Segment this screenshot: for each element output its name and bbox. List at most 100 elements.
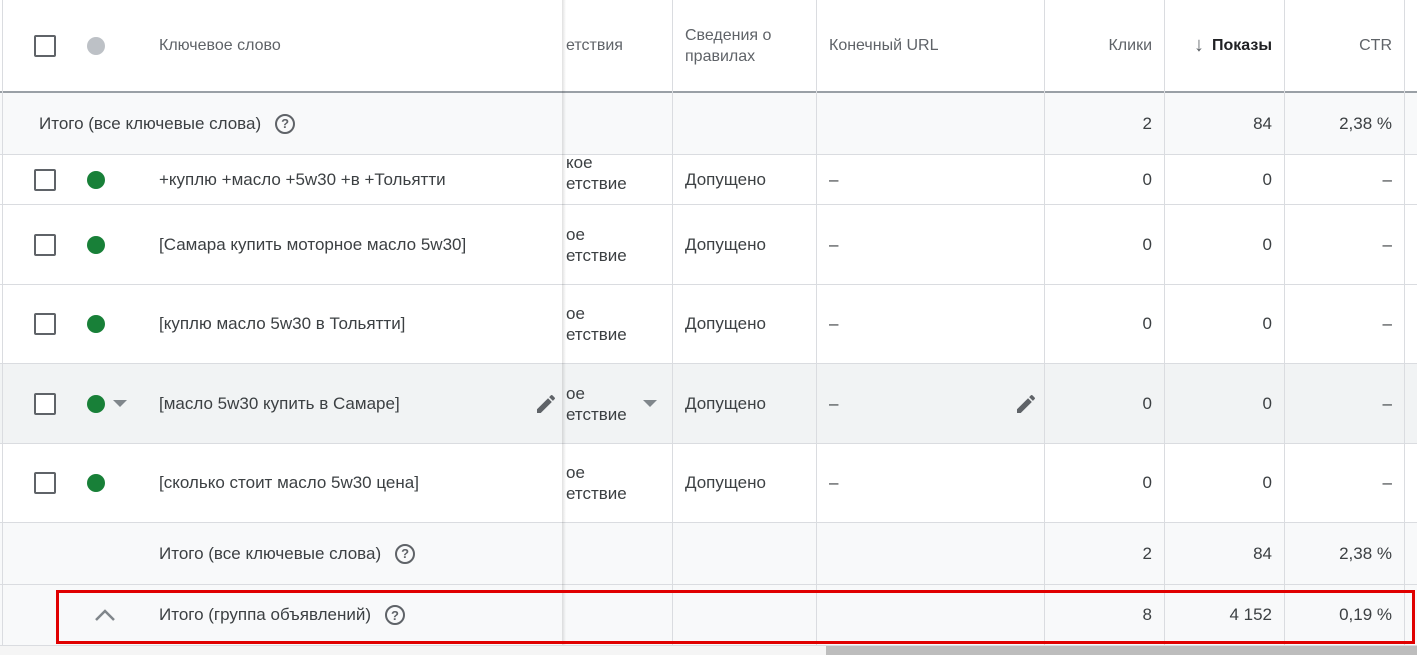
header-impressions[interactable]: ↓ Показы [1166,0,1272,91]
ctr-value: – [1382,234,1392,254]
column-divider [2,0,3,645]
column-divider [816,0,817,645]
match-type-line2: етствие [566,173,627,193]
match-type-line1: ое [566,463,585,482]
column-divider [1284,0,1285,645]
status-enabled-icon [87,205,105,284]
total-keywords-ctr: 2,38 % [1339,543,1392,563]
ctr-value: – [1382,393,1392,413]
policy-status: Допущено [685,169,766,189]
pencil-icon[interactable] [534,364,558,443]
frozen-column-shadow [562,0,566,645]
keyword-text[interactable]: [сколько стоит масло 5w30 цена] [159,444,419,522]
match-type-line2: етствие [566,325,627,344]
total-keywords-impressions: 84 [1253,543,1272,563]
help-circle-icon[interactable]: ? [275,113,296,134]
select-all-checkbox[interactable] [34,0,56,91]
total-row-top: Итого (все ключевые слова) ? 2 84 2,38 % [0,93,1417,155]
table-row: +куплю +масло +5w30 +в +Тольятти кое етс… [0,152,1417,205]
policy-status: Допущено [685,473,766,492]
keyword-text[interactable]: [масло 5w30 купить в Самаре] [159,364,400,443]
match-type-line1: кое [566,152,593,172]
match-type-line1: ое [566,304,585,323]
ctr-value: – [1382,169,1392,189]
match-type-line1: ое [566,383,585,403]
row-checkbox[interactable] [34,444,56,522]
table-row: [Самара купить моторное масло 5w30] ое е… [0,205,1417,285]
horizontal-scrollbar[interactable] [826,646,1417,655]
column-divider [1044,0,1045,645]
match-type-cell[interactable]: кое етствие [566,152,627,204]
policy-status: Допущено [685,314,766,333]
total-top-ctr: 2,38 % [1339,113,1392,133]
clicks-value: 0 [1142,234,1152,254]
row-checkbox[interactable] [34,364,56,443]
header-ctr[interactable]: CTR [1286,0,1392,91]
sort-arrow-down-icon: ↓ [1194,34,1204,56]
policy-status: Допущено [685,234,766,254]
total-keywords-clicks: 2 [1142,543,1152,563]
ctr-value: – [1382,314,1392,333]
match-type-line2: етствие [566,484,627,503]
match-type-cell[interactable]: ое етствие [566,285,627,363]
match-type-dropdown-icon[interactable] [643,364,657,443]
column-divider [1404,0,1405,645]
row-checkbox[interactable] [34,285,56,363]
row-checkbox[interactable] [34,155,56,204]
clicks-value: 0 [1142,169,1152,189]
column-divider [1164,0,1165,645]
final-url[interactable]: – [829,205,838,284]
policy-status: Допущено [685,393,766,413]
total-top-label: Итого (все ключевые слова) [39,113,262,133]
impressions-value: 0 [1262,234,1272,254]
total-top-impressions: 84 [1253,113,1272,133]
clicks-value: 0 [1142,393,1152,413]
impressions-value: 0 [1262,473,1272,492]
match-type-cell[interactable]: ое етствие [566,205,627,284]
final-url[interactable]: – [829,155,838,204]
highlight-annotation [56,590,1415,644]
status-dropdown-icon[interactable] [113,364,127,443]
match-type-line2: етствие [566,404,627,424]
keywords-table: Ключевое слово етствия Сведения о правил… [0,0,1417,655]
match-type-cell[interactable]: ое етствие [566,364,627,443]
header-impressions-label: Показы [1212,36,1272,54]
impressions-value: 0 [1262,314,1272,333]
status-header-icon [87,0,105,91]
impressions-value: 0 [1262,393,1272,413]
header-clicks[interactable]: Клики [1046,0,1152,91]
total-keywords-label-group: Итого (все ключевые слова) ? [159,523,416,584]
header-keyword[interactable]: Ключевое слово [159,0,281,91]
impressions-value: 0 [1262,169,1272,189]
pencil-icon[interactable] [1014,364,1038,443]
clicks-value: 0 [1142,473,1152,492]
table-row: [масло 5w30 купить в Самаре] ое етствие … [0,364,1417,444]
row-checkbox[interactable] [34,205,56,284]
help-circle-icon[interactable]: ? [395,543,416,564]
status-enabled-icon [87,364,105,443]
total-top-clicks: 2 [1142,113,1152,133]
header-match-type[interactable]: етствия [566,0,623,91]
final-url[interactable]: – [829,444,838,522]
table-row: [сколько стоит масло 5w30 цена] ое етств… [0,444,1417,523]
keyword-text[interactable]: [куплю масло 5w30 в Тольятти] [159,285,405,363]
header-final-url[interactable]: Конечный URL [829,0,938,91]
clicks-value: 0 [1142,314,1152,333]
match-type-line2: етствие [566,245,627,265]
keyword-text[interactable]: +куплю +масло +5w30 +в +Тольятти [159,155,446,204]
match-type-cell[interactable]: ое етствие [566,444,627,522]
match-type-line1: ое [566,224,585,244]
header-policy[interactable]: Сведения о правилах [685,0,795,91]
total-keywords-row: Итого (все ключевые слова) ? 2 84 2,38 % [0,523,1417,585]
final-url[interactable]: – [829,285,838,363]
final-url[interactable]: – [829,364,838,443]
status-enabled-icon [87,285,105,363]
status-enabled-icon [87,155,105,204]
table-row: [куплю масло 5w30 в Тольятти] ое етствие… [0,285,1417,364]
total-top-label-group: Итого (все ключевые слова) ? [39,93,296,154]
ctr-value: – [1382,473,1392,492]
status-enabled-icon [87,444,105,522]
table-header: Ключевое слово етствия Сведения о правил… [0,0,1417,93]
keyword-text[interactable]: [Самара купить моторное масло 5w30] [159,205,466,284]
column-divider [672,0,673,645]
